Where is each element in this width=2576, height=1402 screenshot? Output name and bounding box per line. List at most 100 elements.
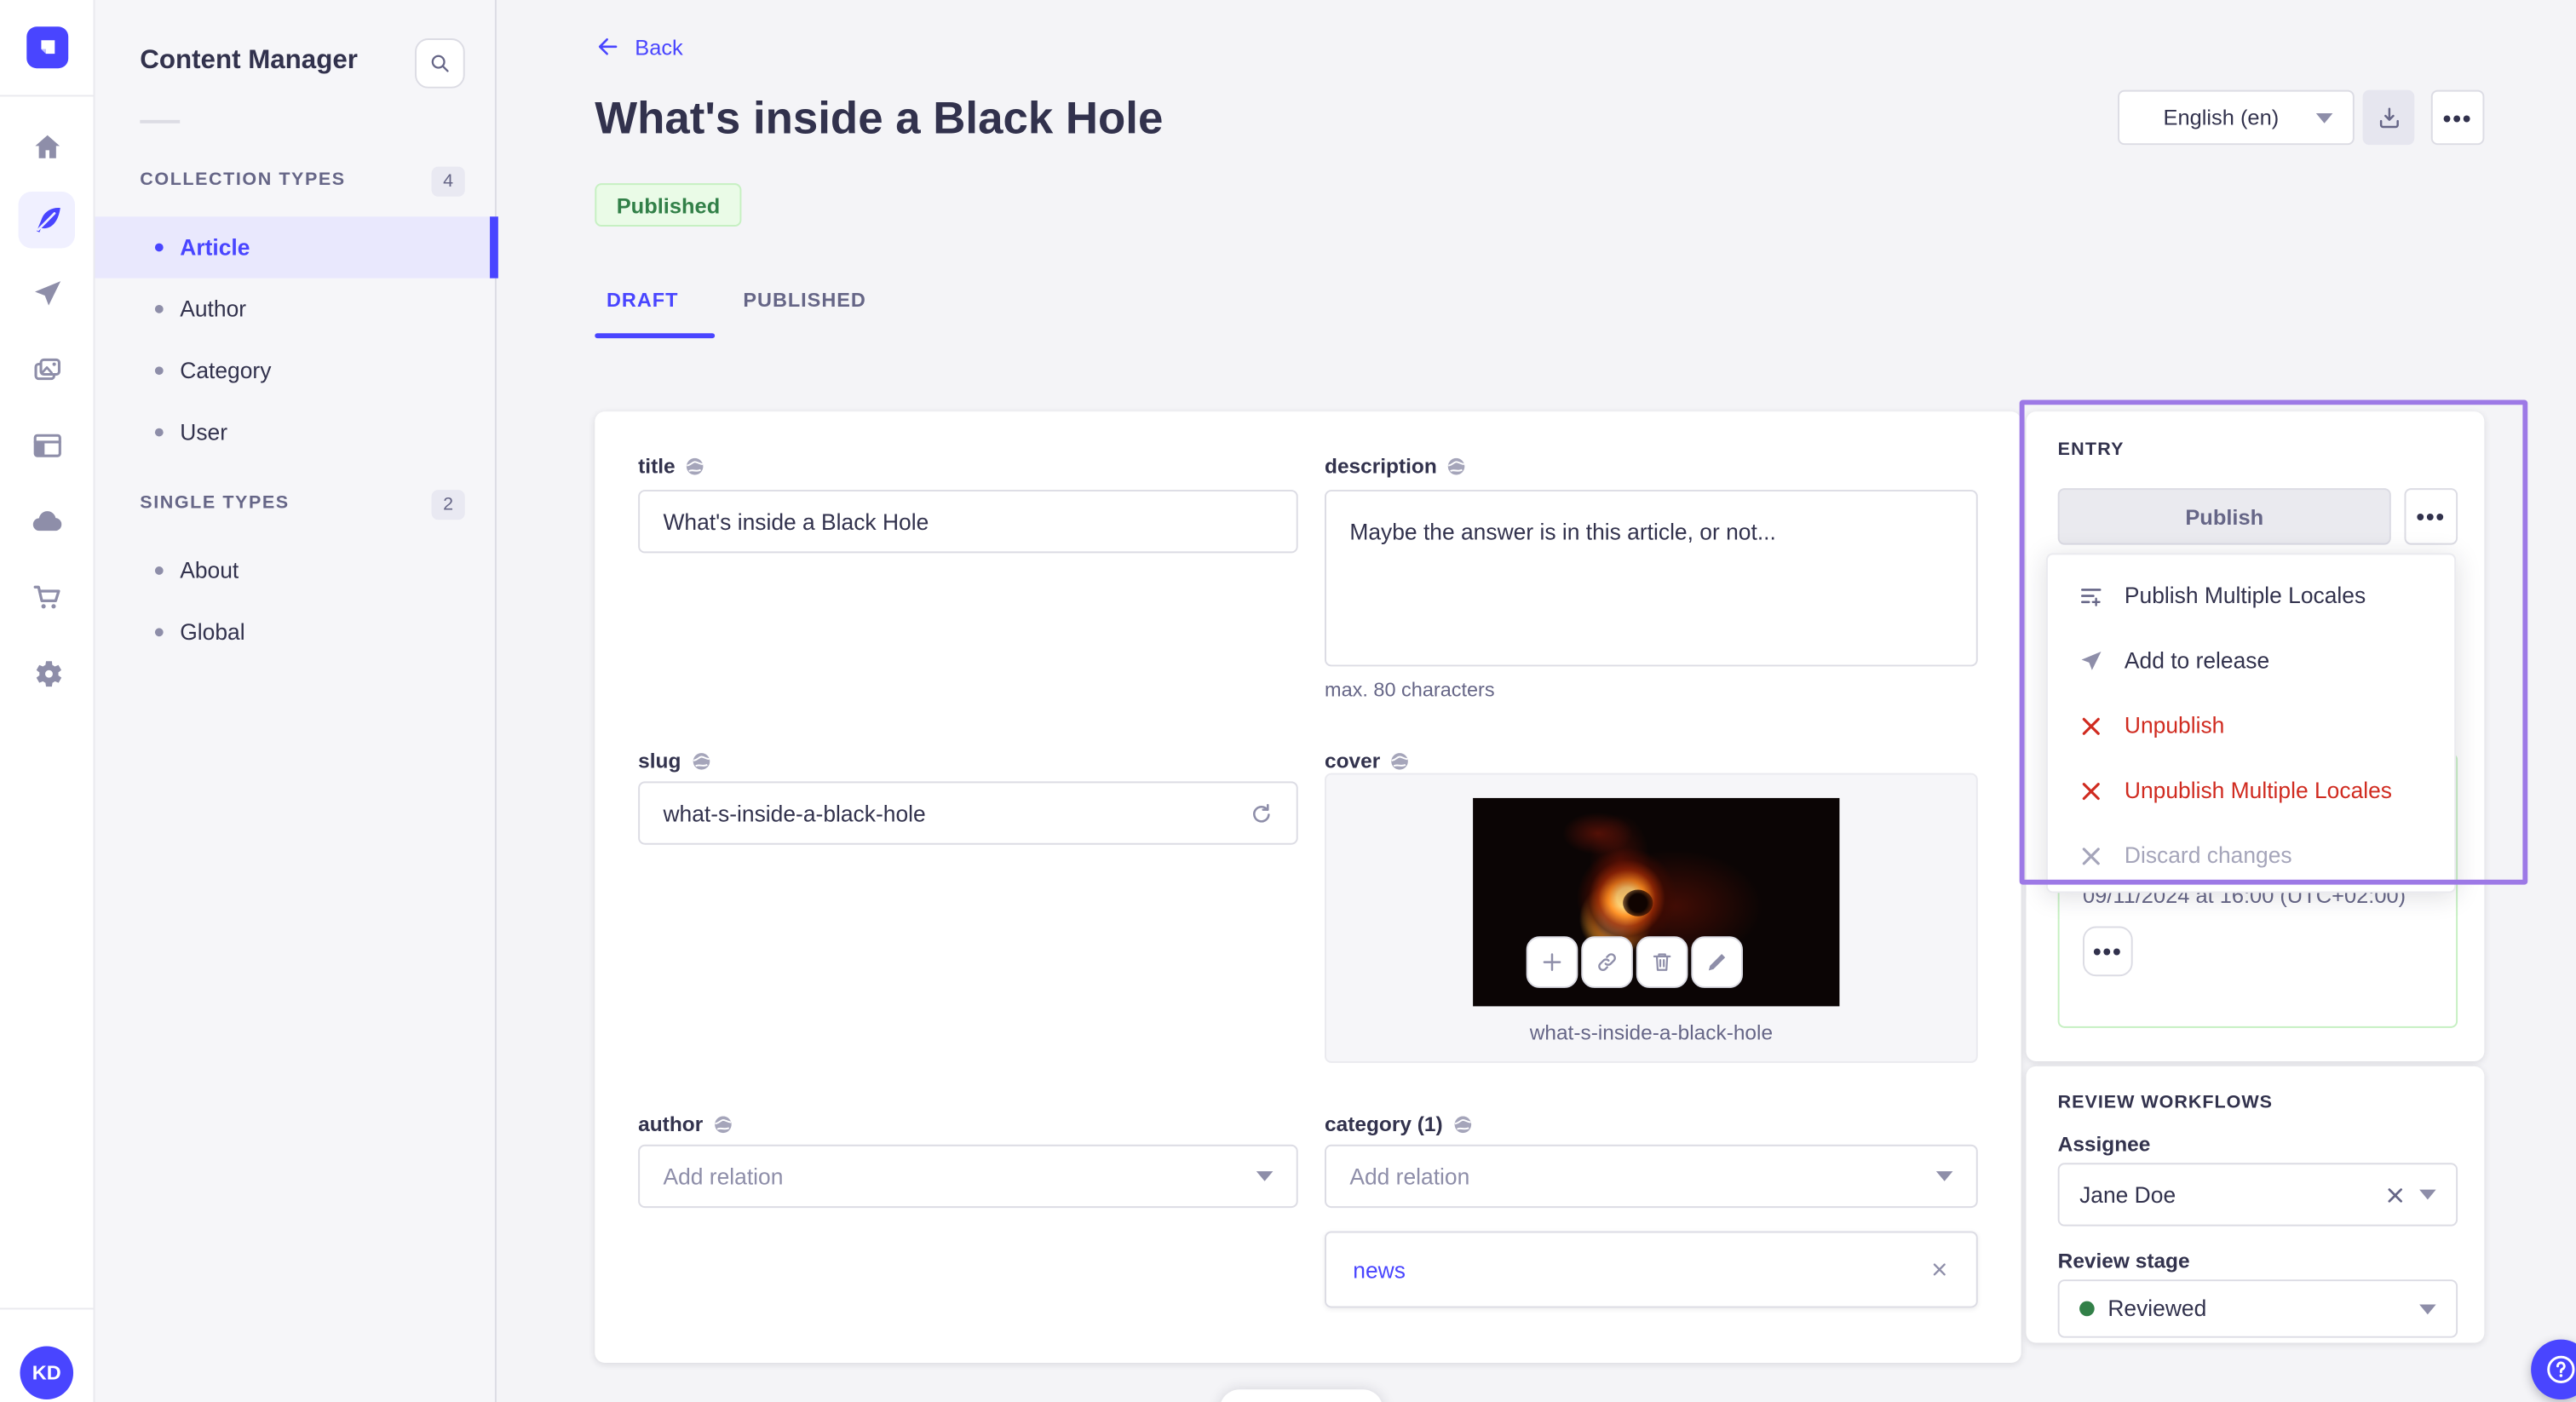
edit-media-button[interactable] (1691, 936, 1743, 988)
delete-media-button[interactable] (1636, 936, 1688, 988)
publish-button[interactable]: Publish (2057, 488, 2391, 545)
description-hint: max. 80 characters (1325, 678, 1495, 702)
regenerate-icon[interactable] (1248, 801, 1273, 825)
review-workflows-panel: REVIEW WORKFLOWS Assignee Jane Doe Revie… (2026, 1066, 2485, 1343)
slug-input[interactable]: what-s-inside-a-black-hole (638, 781, 1298, 845)
sidebar-item-user[interactable]: User (95, 401, 496, 463)
page-title: What's inside a Black Hole (595, 93, 1164, 144)
field-label-slug: slug (638, 750, 710, 773)
sidebar-item-author[interactable]: Author (95, 279, 496, 340)
author-relation-select[interactable]: Add relation (638, 1144, 1298, 1209)
back-label: Back (635, 34, 683, 60)
sidebar-item-label: User (180, 419, 228, 445)
entry-more-button[interactable]: ••• (2404, 488, 2458, 545)
title-input[interactable]: What's inside a Black Hole (638, 490, 1298, 554)
export-button[interactable] (2362, 89, 2415, 146)
arrow-left-icon (598, 37, 618, 55)
entry-panel-title: ENTRY (2057, 440, 2125, 460)
globe-icon (1454, 1116, 1471, 1134)
copy-link-button[interactable] (1581, 936, 1633, 988)
chevron-down-icon (2315, 112, 2333, 123)
rail-divider (0, 1307, 95, 1310)
category-relation-item: news (1325, 1231, 1978, 1308)
deploy-cloud-icon[interactable] (19, 493, 76, 550)
search-button[interactable] (415, 37, 465, 89)
marketplace-cart-icon[interactable] (19, 568, 76, 625)
chevron-down-icon (2419, 1189, 2436, 1200)
bottom-floating-pill[interactable] (1219, 1389, 1383, 1402)
media-library-icon[interactable] (19, 342, 76, 399)
assignee-label: Assignee (2057, 1133, 2151, 1157)
review-stage-combobox[interactable]: Reviewed (2057, 1279, 2458, 1338)
trash-icon (1653, 953, 1671, 971)
locale-value: English (en) (2163, 105, 2280, 130)
bullet-icon (154, 243, 164, 252)
home-icon[interactable] (19, 118, 76, 175)
cover-caption: what-s-inside-a-black-hole (1529, 1021, 1774, 1045)
add-media-button[interactable] (1526, 936, 1578, 988)
menu-item-label: Discard changes (2124, 842, 2292, 869)
menu-item-publish-multiple-locales[interactable]: Publish Multiple Locales (2048, 563, 2454, 628)
content-manager-icon[interactable] (18, 191, 76, 249)
assignee-combobox[interactable]: Jane Doe (2057, 1163, 2458, 1227)
remove-relation-icon[interactable] (1929, 1260, 1949, 1279)
chevron-down-icon (1256, 1171, 1274, 1181)
sidebar-item-about[interactable]: About (95, 540, 496, 601)
user-avatar[interactable]: KD (20, 1346, 74, 1400)
sidebar-item-label: Article (180, 234, 250, 261)
field-label-category: category (1) (1325, 1113, 1473, 1136)
clear-assignee-icon[interactable] (2384, 1184, 2406, 1205)
review-stage-label: Review stage (2057, 1250, 2190, 1273)
locale-select[interactable]: English (en) (2118, 89, 2355, 146)
settings-gear-icon[interactable] (19, 645, 76, 702)
stage-status-dot (2079, 1301, 2095, 1317)
single-types-count: 2 (431, 490, 465, 520)
category-placeholder: Add relation (1349, 1164, 1470, 1189)
cover-actions (1526, 936, 1743, 988)
strapi-admin: KD Content Manager COLLECTION TYPES 4 Ar… (0, 0, 2576, 1402)
divider (140, 119, 181, 124)
menu-item-label: Unpublish (2124, 713, 2225, 738)
collection-types-label: COLLECTION TYPES (140, 170, 346, 190)
description-value: Maybe the answer is in this article, or … (1349, 520, 1776, 545)
strapi-logo-icon[interactable] (26, 26, 69, 69)
sidebar-item-global[interactable]: Global (95, 601, 496, 663)
menu-item-unpublish-multiple-locales[interactable]: Unpublish Multiple Locales (2048, 758, 2454, 823)
release-more-button[interactable]: ••• (2083, 926, 2133, 977)
title-value: What's inside a Black Hole (663, 509, 929, 534)
tab-active-indicator (595, 333, 716, 339)
plus-icon (1543, 953, 1561, 971)
globe-icon (1448, 457, 1466, 475)
content-manager-subnav: Content Manager COLLECTION TYPES 4 Artic… (95, 0, 498, 1402)
more-actions-button[interactable]: ••• (2430, 89, 2485, 146)
menu-item-add-to-release[interactable]: Add to release (2048, 628, 2454, 692)
menu-item-unpublish[interactable]: Unpublish (2048, 693, 2454, 758)
tab-published[interactable]: PUBLISHED (743, 288, 865, 311)
description-textarea[interactable]: Maybe the answer is in this article, or … (1325, 490, 1978, 667)
back-link[interactable]: Back (595, 33, 683, 60)
pencil-icon (1708, 954, 1726, 971)
content-type-builder-icon[interactable] (19, 417, 76, 474)
link-icon (1598, 953, 1616, 971)
releases-icon[interactable] (19, 265, 76, 322)
tab-draft[interactable]: DRAFT (607, 288, 678, 311)
category-relation-select[interactable]: Add relation (1325, 1144, 1978, 1209)
menu-item-label: Publish Multiple Locales (2124, 583, 2366, 608)
relation-link-news[interactable]: news (1353, 1257, 1929, 1282)
sidebar-item-label: Global (180, 619, 245, 645)
bullet-icon (154, 566, 164, 575)
list-plus-icon (2081, 588, 2102, 606)
cover-media-box: what-s-inside-a-black-hole (1325, 773, 1978, 1063)
menu-item-discard-changes[interactable]: Discard changes (2048, 823, 2454, 888)
chevron-down-icon (2419, 1303, 2436, 1314)
sidebar-item-article[interactable]: Article (95, 216, 498, 279)
cross-icon (2082, 782, 2100, 800)
cross-icon (2082, 716, 2100, 734)
field-label-author: author (638, 1113, 733, 1136)
globe-icon (1391, 753, 1409, 770)
sidebar-item-label: Category (180, 358, 272, 383)
subnav-title: Content Manager (140, 46, 358, 76)
assignee-value: Jane Doe (2079, 1181, 2176, 1208)
sidebar-item-category[interactable]: Category (95, 340, 496, 401)
slug-value: what-s-inside-a-black-hole (663, 800, 926, 826)
